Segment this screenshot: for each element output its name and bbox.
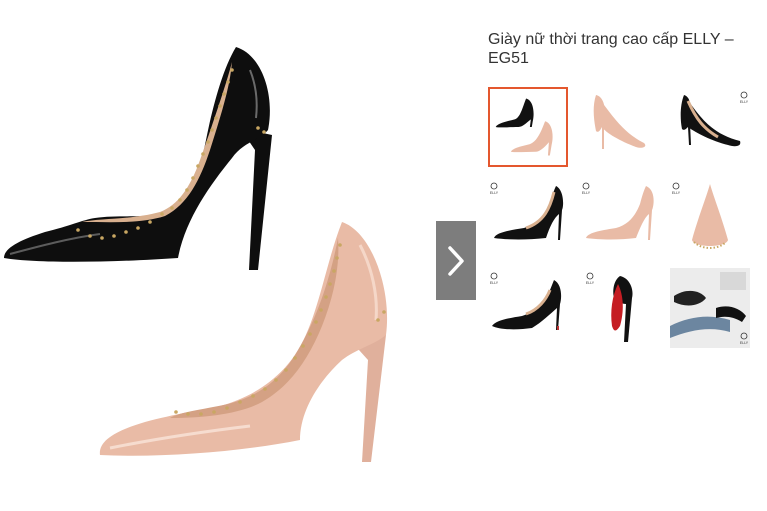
thumbnail-7[interactable]: ELLY [488,268,568,348]
black-pump-shape [4,47,272,270]
thumbnail-black-pump-angle: ELLY [490,272,562,330]
elly-logo-icon: ELLY [490,272,499,285]
svg-text:ELLY: ELLY [672,191,681,195]
thumbnail-black-pump-red-sole: ELLY [586,272,633,342]
elly-logo-icon: ELLY [740,91,749,104]
thumbnail-2[interactable] [580,87,660,167]
svg-text:ELLY: ELLY [490,191,499,195]
thumbnail-4[interactable]: ELLY [488,178,568,258]
thumbnail-black-and-nude-pair [495,98,553,156]
elly-logo-icon: ELLY [490,182,499,195]
main-product-image [0,0,476,506]
product-title: Giày nữ thời trang cao cấp ELLY – EG51 [488,31,734,67]
svg-text:ELLY: ELLY [490,281,499,285]
thumbnail-nude-pump [593,95,646,149]
thumbnail-5[interactable]: ELLY [580,178,660,258]
svg-text:ELLY: ELLY [740,100,749,104]
elly-logo-icon: ELLY [672,182,681,195]
thumbnail-nude-toe-closeup: ELLY [672,182,728,249]
thumbnail-9[interactable]: ELLY [670,268,750,348]
thumbnail-nude-pump-side: ELLY [582,182,654,240]
thumbnail-black-pump: ELLY [680,91,749,147]
chevron-right-icon [448,245,464,276]
thumbnail-lifestyle-photo: ELLY [670,268,750,348]
next-image-button[interactable] [436,221,476,300]
thumbnail-6[interactable]: ELLY [670,178,750,258]
thumbnail-8[interactable]: ELLY [580,268,660,348]
thumbnail-1[interactable] [488,87,568,167]
elly-logo-icon: ELLY [582,182,591,195]
thumbnail-3[interactable]: ELLY [670,87,750,167]
thumbnail-black-pump-side: ELLY [490,182,564,240]
svg-text:ELLY: ELLY [582,191,591,195]
svg-text:ELLY: ELLY [586,281,595,285]
svg-text:ELLY: ELLY [740,341,749,345]
elly-logo-icon: ELLY [586,272,595,285]
